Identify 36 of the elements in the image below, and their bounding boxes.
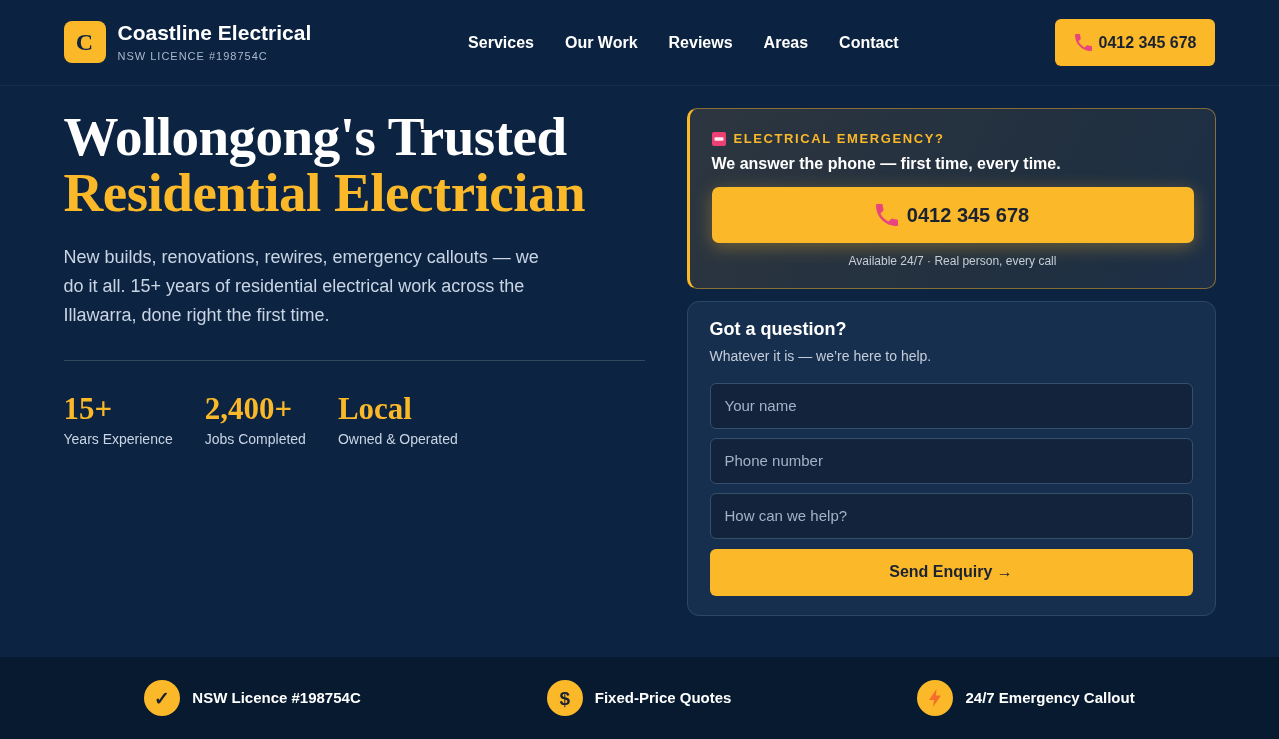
hero-intro: New builds, renovations, rewires, emergency callouts — we do it all. 15+ years of residential electrical work across the Illawarra, done right the first time.: [63, 246, 540, 327]
stat-value: 15+: [63, 391, 114, 427]
trust-label: 24/7 Emergency Callout: [965, 687, 1135, 708]
send-enquiry-button[interactable]: Send Enquiry →: [709, 548, 1193, 596]
nav-link[interactable]: Contact: [839, 30, 899, 55]
form-subtitle: Whatever it is — we’re here to help.: [709, 346, 933, 366]
hero-title: Wollongong's Trusted: [63, 109, 568, 165]
licence-number: NSW LICENCE #198754C: [117, 48, 269, 64]
nav-link[interactable]: Areas: [763, 30, 809, 55]
stat-label: Years Experience: [63, 430, 173, 449]
form-title: Got a question?: [709, 317, 848, 341]
call-button[interactable]: 0412 345 678: [711, 186, 1194, 243]
check-icon: ✓: [144, 680, 181, 716]
logo-icon[interactable]: C: [63, 21, 106, 64]
stat-value: Local: [337, 391, 413, 427]
stat-label: Jobs Completed: [204, 430, 306, 449]
input-field[interactable]: Your name: [709, 382, 1193, 429]
lightning-icon: [917, 680, 954, 716]
dollar-icon: $: [546, 680, 583, 716]
nav-link[interactable]: Reviews: [668, 30, 733, 55]
phone-icon: [1074, 34, 1092, 51]
input-field[interactable]: How can we help?: [709, 492, 1193, 539]
emergency-tagline: We answer the phone — first time, every time.: [711, 153, 1062, 174]
availability-note: Available 24/7 · Real person, every call: [847, 252, 1058, 270]
phone-icon: [875, 203, 898, 226]
alert-tile-icon: [711, 131, 726, 146]
input-field[interactable]: Phone number: [709, 437, 1193, 484]
call-button[interactable]: 0412 345 678: [1055, 19, 1216, 66]
stat-value: 2,400+: [204, 391, 294, 427]
nav-link[interactable]: Our Work: [564, 30, 638, 55]
stat-label: Owned & Operated: [337, 430, 458, 449]
brand-name: Coastline Electrical: [117, 20, 312, 45]
nav-link[interactable]: Services: [468, 30, 534, 55]
trust-label: Fixed-Price Quotes: [594, 687, 732, 708]
emergency-label: ELECTRICAL EMERGENCY?: [733, 130, 945, 148]
trust-label: NSW Licence #198754C: [192, 687, 361, 708]
